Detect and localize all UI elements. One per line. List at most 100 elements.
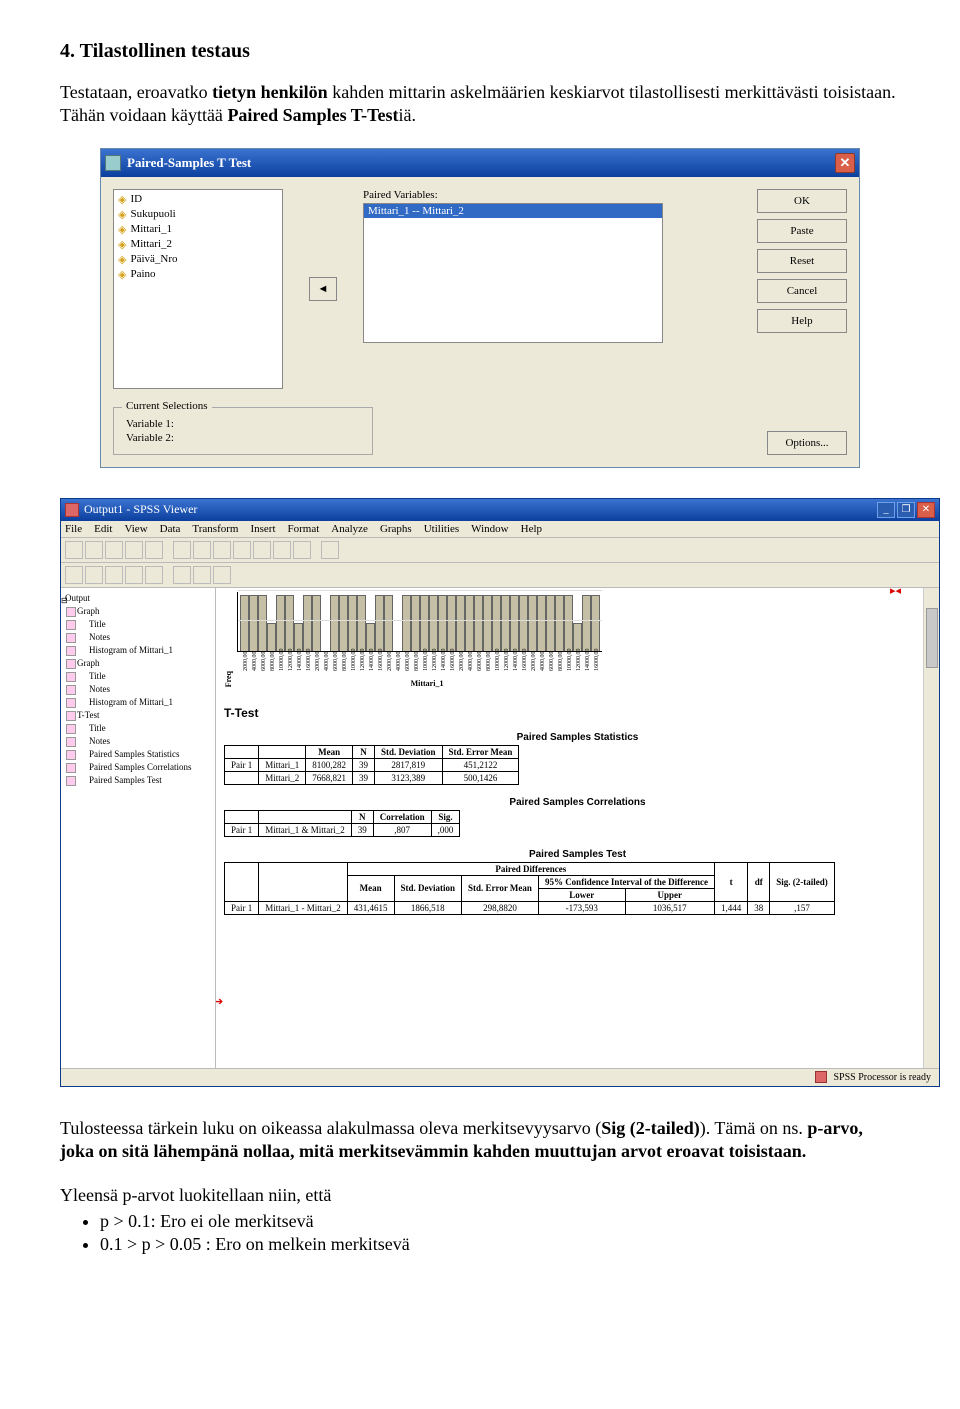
- tree-node[interactable]: Paired Samples Statistics: [63, 748, 213, 761]
- tree-node[interactable]: Notes: [63, 735, 213, 748]
- histogram-bar: [240, 595, 249, 651]
- paired-samples-correlations-table: N Correlation Sig. Pair 1 Mittari_1 & Mi…: [224, 810, 460, 837]
- reset-button[interactable]: Reset: [757, 249, 847, 273]
- bullet-item: 0.1 > p > 0.05 : Ero on melkein merkitse…: [100, 1234, 900, 1255]
- menu-view[interactable]: View: [124, 523, 147, 535]
- table-title: Paired Samples Correlations: [224, 797, 931, 808]
- menu-help[interactable]: Help: [521, 523, 542, 535]
- variable-icon: [118, 193, 126, 206]
- x-tick-label: 6000,00: [405, 662, 411, 671]
- tree-node[interactable]: Histogram of Mittari_1: [63, 696, 213, 709]
- cell: 1,444: [714, 901, 747, 914]
- list-item[interactable]: Mittari_2: [116, 237, 280, 252]
- paired-selection[interactable]: Mittari_1 -- Mittari_2: [364, 204, 662, 218]
- close-icon[interactable]: ✕: [835, 153, 855, 173]
- tree-node[interactable]: Title: [63, 722, 213, 735]
- ok-button[interactable]: OK: [757, 189, 847, 213]
- toolbar-button[interactable]: [233, 541, 251, 559]
- var-name: Sukupuoli: [130, 208, 175, 220]
- toolbar-button[interactable]: [173, 541, 191, 559]
- tree-node[interactable]: Output: [63, 592, 213, 605]
- toolbar-button[interactable]: [85, 566, 103, 584]
- toolbar-button[interactable]: [213, 541, 231, 559]
- cell: Pair 1: [225, 823, 259, 836]
- x-tick-label: 14000,00: [441, 662, 447, 671]
- toolbar-button[interactable]: [213, 566, 231, 584]
- x-tick-label: 16000,00: [306, 662, 312, 671]
- toolbar-button[interactable]: [65, 541, 83, 559]
- menu-transform[interactable]: Transform: [192, 523, 238, 535]
- menu-utilities[interactable]: Utilities: [424, 523, 459, 535]
- list-item[interactable]: Päivä_Nro: [116, 252, 280, 267]
- tree-node[interactable]: Graph: [63, 605, 213, 618]
- cell: 298,8820: [462, 901, 539, 914]
- tree-node[interactable]: Notes: [63, 631, 213, 644]
- viewer-titlebar[interactable]: Output1 - SPSS Viewer _ ❐ ✕: [61, 499, 939, 521]
- tree-node[interactable]: Title: [63, 670, 213, 683]
- toolbar-button[interactable]: [321, 541, 339, 559]
- paste-button[interactable]: Paste: [757, 219, 847, 243]
- menu-analyze[interactable]: Analyze: [331, 523, 368, 535]
- cancel-button[interactable]: Cancel: [757, 279, 847, 303]
- maximize-button[interactable]: ❐: [897, 502, 915, 518]
- tree-node[interactable]: Paired Samples Correlations: [63, 761, 213, 774]
- toolbar-button[interactable]: [273, 541, 291, 559]
- toolbar-button[interactable]: [145, 541, 163, 559]
- menu-file[interactable]: File: [65, 523, 82, 535]
- tree-node[interactable]: Notes: [63, 683, 213, 696]
- histogram-bar: [465, 595, 474, 651]
- paired-variables-list[interactable]: Mittari_1 -- Mittari_2: [363, 203, 663, 343]
- toolbar-button[interactable]: [105, 541, 123, 559]
- output-tree[interactable]: Output Graph Title Notes Histogram of Mi…: [61, 588, 216, 1068]
- output-canvas[interactable]: ▸◂ Freq 2000,004000,006000,008000,001000…: [216, 588, 939, 1068]
- help-button[interactable]: Help: [757, 309, 847, 333]
- menu-graphs[interactable]: Graphs: [380, 523, 412, 535]
- menu-insert[interactable]: Insert: [250, 523, 275, 535]
- menu-format[interactable]: Format: [288, 523, 320, 535]
- menu-data[interactable]: Data: [160, 523, 181, 535]
- col-header: [259, 810, 352, 823]
- list-item[interactable]: Sukupuoli: [116, 207, 280, 222]
- toolbar-button[interactable]: [85, 541, 103, 559]
- cell: Mittari_1 & Mittari_2: [259, 823, 352, 836]
- app-icon: [105, 155, 121, 171]
- tree-node[interactable]: T-Test: [63, 709, 213, 722]
- toolbar-button[interactable]: [65, 566, 83, 584]
- tree-node[interactable]: Histogram of Mittari_1: [63, 644, 213, 657]
- tree-node[interactable]: Paired Samples Test: [63, 774, 213, 787]
- menu-edit[interactable]: Edit: [94, 523, 112, 535]
- histogram-bar: [339, 595, 348, 651]
- menu-window[interactable]: Window: [471, 523, 508, 535]
- list-item[interactable]: ID: [116, 192, 280, 207]
- list-item[interactable]: Mittari_1: [116, 222, 280, 237]
- histogram-bar: [528, 595, 537, 651]
- toolbar-1: [61, 538, 939, 563]
- list-item[interactable]: Paino: [116, 267, 280, 282]
- x-tick-label: 4000,00: [252, 662, 258, 671]
- var-name: Mittari_1: [130, 223, 172, 235]
- cell: 39: [353, 758, 375, 771]
- toolbar-button[interactable]: [145, 566, 163, 584]
- variable-list[interactable]: ID Sukupuoli Mittari_1 Mittari_2 Päivä_N…: [113, 189, 283, 389]
- bold-text: Paired Samples T-Test: [227, 105, 398, 125]
- options-button[interactable]: Options...: [767, 431, 847, 455]
- toolbar-button[interactable]: [253, 541, 271, 559]
- toolbar-button[interactable]: [105, 566, 123, 584]
- toolbar-button[interactable]: [173, 566, 191, 584]
- close-button[interactable]: ✕: [917, 502, 935, 518]
- paired-variables-label: Paired Variables:: [363, 189, 737, 201]
- status-text: SPSS Processor is ready: [833, 1072, 931, 1083]
- move-left-button[interactable]: ◄: [309, 277, 337, 301]
- minimize-button[interactable]: _: [877, 502, 895, 518]
- text: iä.: [398, 105, 416, 125]
- table-title: Paired Samples Statistics: [224, 732, 931, 743]
- toolbar-button[interactable]: [193, 541, 211, 559]
- dialog-titlebar[interactable]: Paired-Samples T Test ✕: [101, 149, 859, 177]
- toolbar-button[interactable]: [125, 541, 143, 559]
- toolbar-button[interactable]: [125, 566, 143, 584]
- col-header: Sig.: [431, 810, 460, 823]
- tree-node[interactable]: Title: [63, 618, 213, 631]
- toolbar-button[interactable]: [193, 566, 211, 584]
- tree-node[interactable]: Graph: [63, 657, 213, 670]
- toolbar-button[interactable]: [293, 541, 311, 559]
